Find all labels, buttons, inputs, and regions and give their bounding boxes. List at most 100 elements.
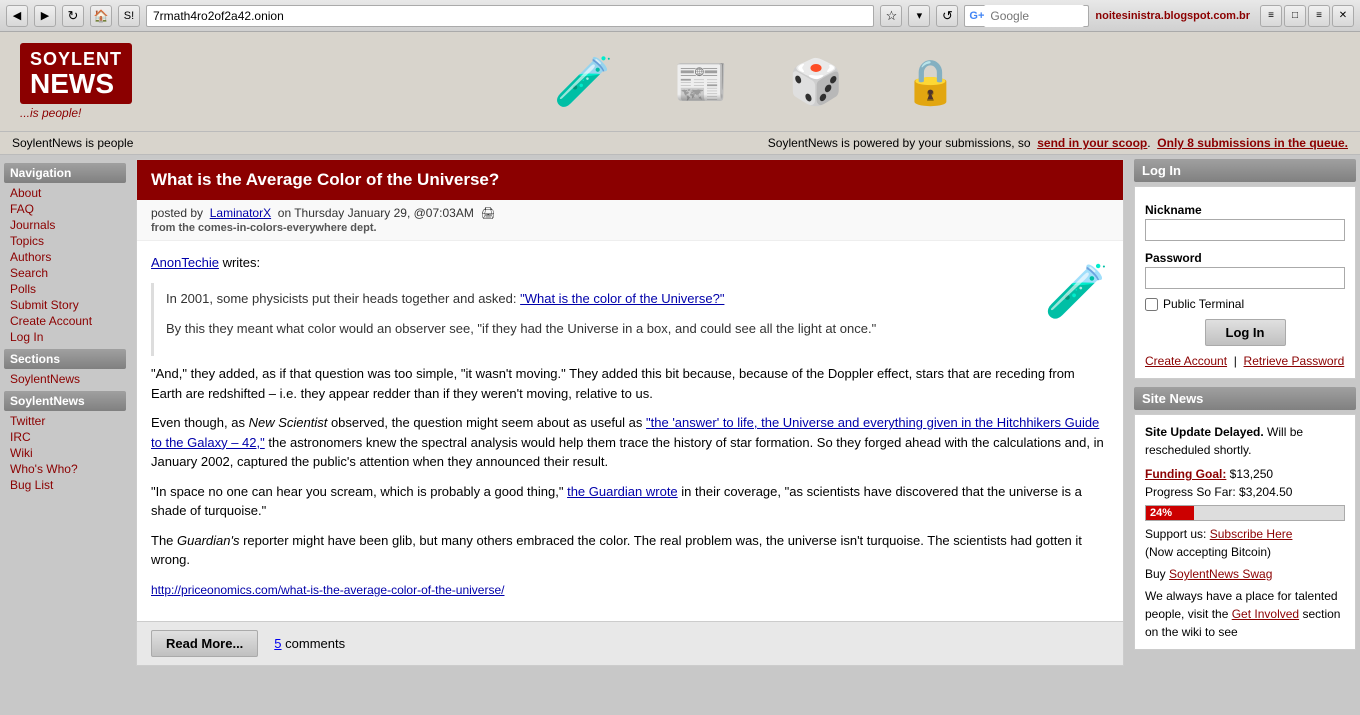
sidebar-item-wiki[interactable]: Wiki [4,445,126,461]
color-universe-link[interactable]: "What is the color of the Universe?" [520,291,724,306]
logo-tagline: ...is people! [20,106,81,120]
browser-chrome: ◀ ▶ ↻ 🏠 S! ☆ ▾ ↺ G+ noitesinistra.blogsp… [0,0,1360,32]
sidebar-item-irc[interactable]: IRC [4,429,126,445]
logo-area: SOYLENT NEWS ...is people! [20,43,132,120]
soylent-section-title: SoylentNews [4,391,126,411]
progress-bar-outer: 24% [1145,505,1345,521]
article-box: What is the Average Color of the Univers… [136,159,1124,666]
get-involved-link[interactable]: Get Involved [1232,607,1299,621]
addon-btn-3[interactable]: ≡ [1308,5,1330,27]
sidebar-item-whos-who[interactable]: Who's Who? [4,461,126,477]
meta-date: on Thursday January 29, @07:03AM [278,206,474,220]
stop-button[interactable]: S! [118,5,140,27]
tagline-left: SoylentNews is people [12,136,133,150]
meta-posted: posted by [151,206,203,220]
subscribe-link[interactable]: Subscribe Here [1210,527,1293,541]
lock-icon[interactable]: 🔒 [903,56,958,108]
password-input[interactable] [1145,267,1345,289]
article-body: 🧪 AnonTechie writes: In 2001, some physi… [137,241,1123,621]
home-button[interactable]: 🏠 [90,5,112,27]
nav-section-title: Navigation [4,163,126,183]
login-button[interactable]: Log In [1205,319,1286,346]
logo-news: NEWS [30,70,114,98]
sidebar-item-create-account[interactable]: Create Account [4,313,126,329]
sidebar-item-faq[interactable]: FAQ [4,201,126,217]
external-link[interactable]: noitesinistra.blogspot.com.br [1095,10,1250,22]
logo-soylent: SOYLENT [30,49,122,70]
retrieve-password-link[interactable]: Retrieve Password [1244,354,1345,368]
public-terminal-checkbox[interactable] [1145,298,1158,311]
login-panel: Nickname Password Public Terminal Log In… [1134,186,1356,379]
main-layout: Navigation About FAQ Journals Topics Aut… [0,155,1360,715]
tagline-bar: SoylentNews is people SoylentNews is pow… [0,132,1360,155]
dice-icon[interactable]: 🎲 [788,56,843,108]
meta-author-link[interactable]: LaminatorX [210,206,271,220]
addon-btn-1[interactable]: ≡ [1260,5,1282,27]
sidebar-item-log-in[interactable]: Log In [4,329,126,345]
science-flask-icon[interactable]: 🧪 [554,53,614,110]
article-meta: posted by LaminatorX on Thursday January… [137,200,1123,241]
sections-title: Sections [4,349,126,369]
sidebar-left: Navigation About FAQ Journals Topics Aut… [0,155,130,715]
close-btn[interactable]: ✕ [1332,5,1354,27]
sidebar-item-authors[interactable]: Authors [4,249,126,265]
sidebar-item-twitter[interactable]: Twitter [4,413,126,429]
star-icon[interactable]: ☆ [880,5,902,27]
password-label: Password [1145,251,1345,265]
public-terminal-label: Public Terminal [1163,297,1244,311]
site-news-panel: Site Update Delayed. Will be rescheduled… [1134,414,1356,650]
sidebar-item-topics[interactable]: Topics [4,233,126,249]
article-writer-link[interactable]: AnonTechie [151,255,219,270]
back-button[interactable]: ◀ [6,5,28,27]
article-para2: Even though, as New Scientist observed, … [151,413,1109,472]
progress-bar-inner: 24% [1146,506,1194,520]
header-icons: 🧪 📰 🎲 🔒 [554,53,958,110]
sidebar-item-bug-list[interactable]: Bug List [4,477,126,493]
article-para4: The Guardian's reporter might have been … [151,531,1109,570]
funding-goal-link[interactable]: Funding Goal: [1145,467,1226,481]
nickname-label: Nickname [1145,203,1345,217]
queue-link[interactable]: Only 8 submissions in the queue. [1157,136,1348,150]
sidebar-item-search[interactable]: Search [4,265,126,281]
sidebar-item-polls[interactable]: Polls [4,281,126,297]
search-engine-icon: G+ [969,10,984,22]
swag-link[interactable]: SoylentNews Swag [1169,567,1272,581]
sidebar-item-about[interactable]: About [4,185,126,201]
guardian-link[interactable]: the Guardian wrote [567,484,678,499]
sidebar-right: Log In Nickname Password Public Terminal… [1130,155,1360,715]
support-after: (Now accepting Bitcoin) [1145,545,1271,559]
article-url-link[interactable]: http://priceonomics.com/what-is-the-aver… [151,583,504,597]
read-more-button[interactable]: Read More... [151,630,258,657]
nickname-input[interactable] [1145,219,1345,241]
sidebar-item-submit-story[interactable]: Submit Story [4,297,126,313]
url-bar[interactable] [146,5,874,27]
progress-label: Progress So Far: [1145,485,1236,499]
update-bold: Site Update Delayed. [1145,425,1264,439]
create-account-link[interactable]: Create Account [1145,354,1227,368]
addon-btn-2[interactable]: □ [1284,5,1306,27]
bookmark-icon[interactable]: ▾ [908,5,930,27]
newspaper-icon[interactable]: 📰 [674,56,729,108]
sidebar-item-soylent-news[interactable]: SoylentNews [4,371,126,387]
article-para1: "And," they added, as if that question w… [151,364,1109,403]
comments-link: 5 comments [274,636,345,651]
progress-amount: $3,204.50 [1239,485,1292,499]
login-section-title: Log In [1134,159,1356,182]
print-icon[interactable]: 🖨 [481,206,496,220]
article-para3: "In space no one can hear you scream, wh… [151,482,1109,521]
reload-button[interactable]: ↻ [62,5,84,27]
login-extra-links: Create Account | Retrieve Password [1145,354,1345,368]
browser-search-input[interactable] [984,5,1084,27]
logo-box: SOYLENT NEWS [20,43,132,104]
refresh-icon[interactable]: ↺ [936,5,958,27]
scoop-link[interactable]: send in your scoop [1037,136,1147,150]
sidebar-item-journals[interactable]: Journals [4,217,126,233]
tagline-right: SoylentNews is powered by your submissio… [768,136,1348,150]
article-writer-suffix: writes: [223,255,261,270]
site-header: SOYLENT NEWS ...is people! 🧪 📰 🎲 🔒 [0,32,1360,132]
buy-before: Buy [1145,567,1169,581]
article-footer: Read More... 5 comments [137,621,1123,665]
support-before: Support us: [1145,527,1210,541]
article-title: What is the Average Color of the Univers… [137,160,1123,200]
forward-button[interactable]: ▶ [34,5,56,27]
